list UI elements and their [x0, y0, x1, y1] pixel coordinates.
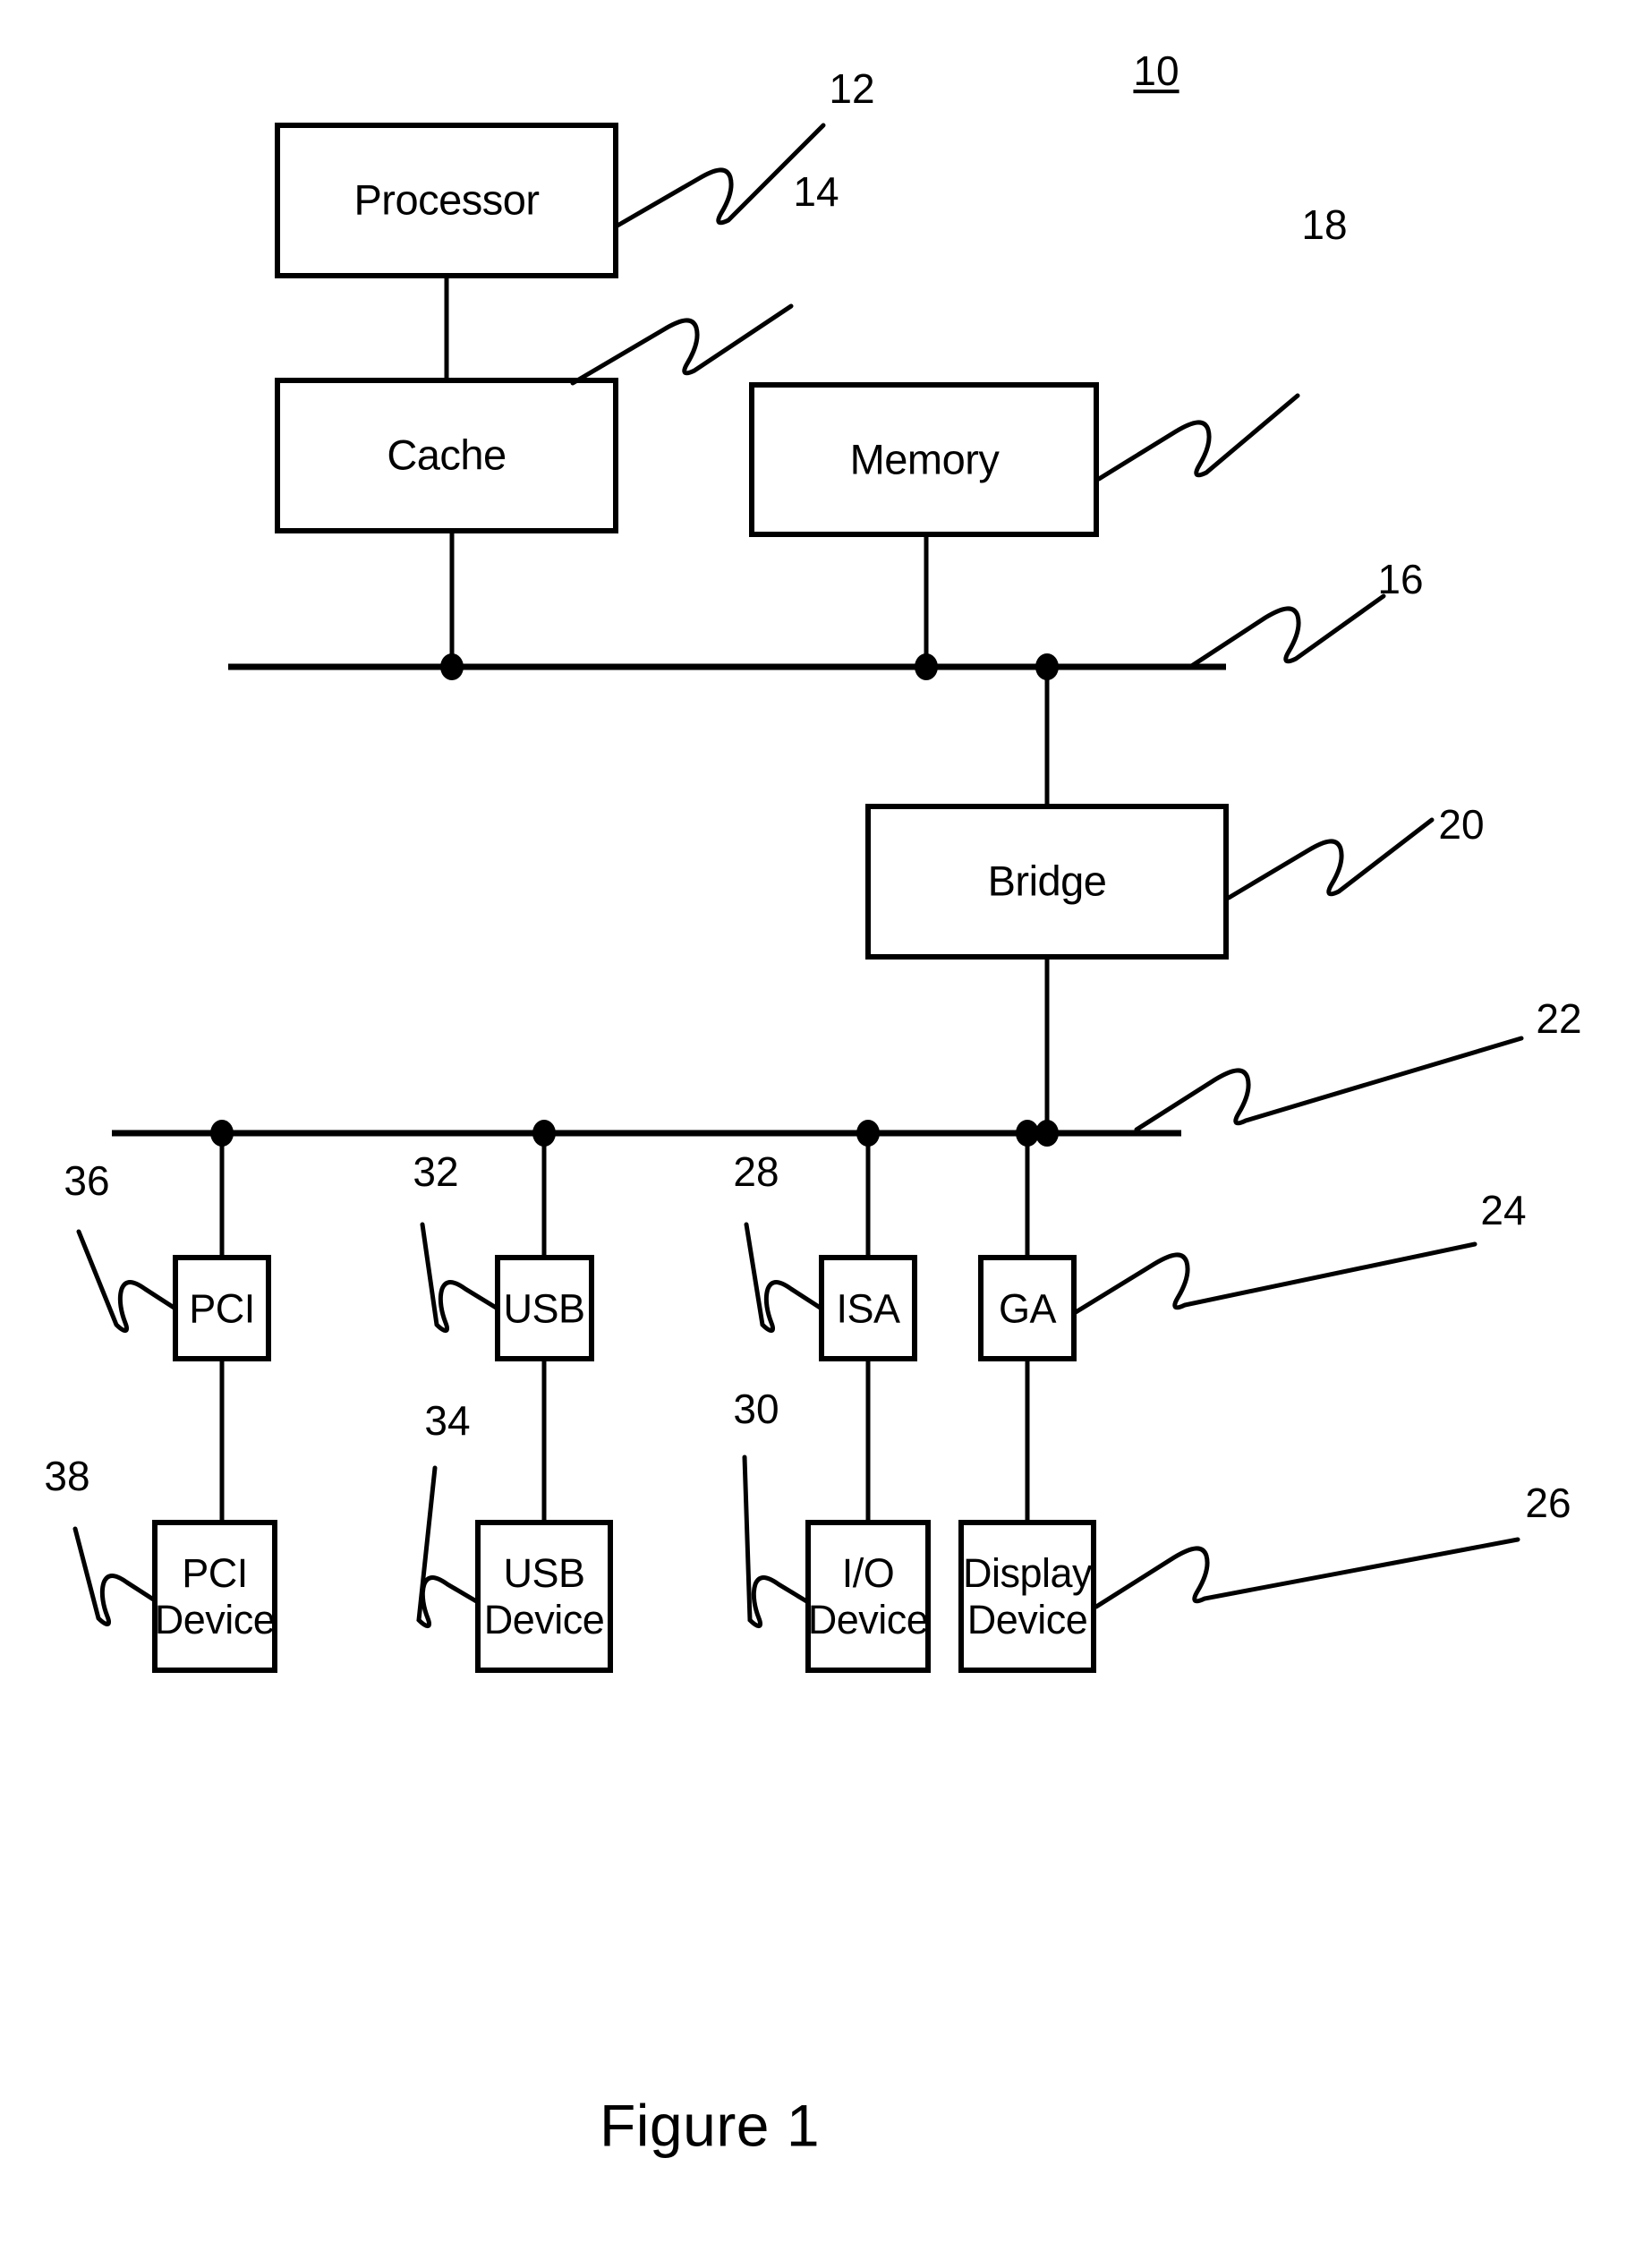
reference-numeral-18: 18 [1301, 201, 1348, 249]
lead-18 [1096, 393, 1300, 482]
reference-numeral-32: 32 [413, 1148, 459, 1196]
block-label-io-device: I/O Device [807, 1549, 929, 1642]
reference-numeral-28: 28 [733, 1148, 779, 1196]
dot-isa-bus [856, 1120, 880, 1147]
block-label-cache: Cache [387, 431, 507, 479]
lead-14 [570, 303, 794, 386]
lead-22 [1134, 1036, 1524, 1132]
reference-numeral-22: 22 [1536, 995, 1582, 1043]
reference-lead-lines [72, 123, 1524, 1628]
dot-memory-bus [915, 653, 938, 680]
reference-numeral-36: 36 [64, 1157, 110, 1205]
lead-28 [744, 1222, 824, 1333]
reference-numeral-12: 12 [829, 65, 875, 113]
block-label-display-device: Display Device [962, 1549, 1093, 1642]
lead-30 [742, 1454, 811, 1628]
system-reference-numeral: 10 [1133, 47, 1179, 95]
reference-numeral-30: 30 [733, 1386, 779, 1433]
lead-26 [1094, 1537, 1520, 1609]
block-label-isa: ISA [836, 1285, 900, 1332]
dot-cache-bus [440, 653, 464, 680]
patent-figure-page: 10 Processor Cache Memory Bridge PCI USB… [0, 0, 1652, 2252]
bus-connection-dots [210, 653, 1059, 1147]
figure-caption: Figure 1 [599, 2092, 821, 2159]
reference-numeral-20: 20 [1438, 801, 1485, 849]
lead-20 [1226, 817, 1435, 900]
dot-usb-bus [532, 1120, 556, 1147]
reference-numeral-34: 34 [424, 1397, 471, 1445]
reference-numeral-24: 24 [1480, 1187, 1527, 1234]
reference-numeral-14: 14 [793, 168, 839, 216]
reference-numeral-16: 16 [1377, 556, 1424, 603]
dot-ga-bus [1016, 1120, 1039, 1147]
lead-34 [416, 1465, 481, 1628]
block-label-usb-device: USB Device [483, 1549, 605, 1642]
block-label-pci-device: PCI Device [154, 1549, 276, 1642]
lead-24 [1073, 1241, 1477, 1315]
lead-32 [420, 1222, 500, 1333]
lead-38 [72, 1526, 158, 1626]
reference-numeral-38: 38 [44, 1453, 90, 1500]
block-label-ga: GA [998, 1285, 1057, 1332]
reference-numeral-26: 26 [1525, 1480, 1571, 1527]
block-diagram-svg [72, 123, 1524, 1673]
block-label-memory: Memory [849, 435, 1000, 483]
block-label-pci: PCI [189, 1285, 255, 1332]
dot-bridge-bus [1035, 653, 1059, 680]
block-label-processor: Processor [353, 175, 540, 224]
block-label-usb: USB [503, 1285, 585, 1332]
lead-36 [76, 1229, 178, 1333]
block-label-bridge: Bridge [987, 857, 1107, 905]
dot-pci-bus [210, 1120, 234, 1147]
lead-16 [1188, 593, 1386, 670]
